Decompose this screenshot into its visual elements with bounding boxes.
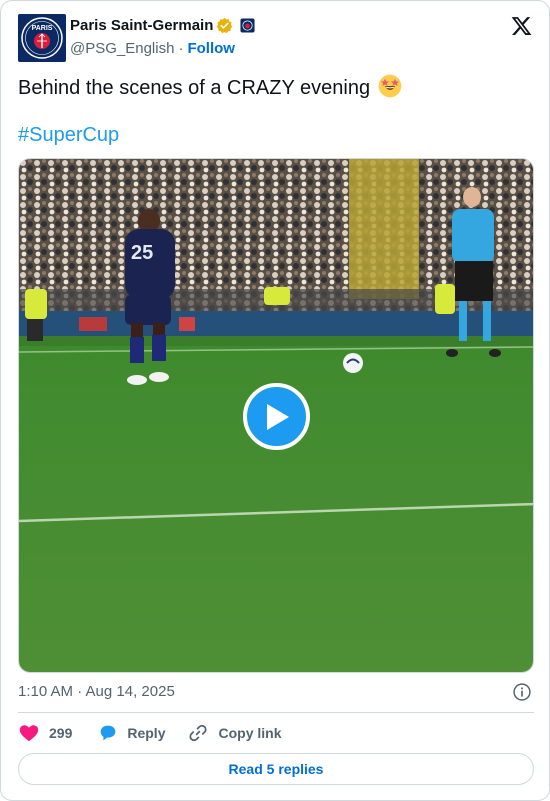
tweet-text: Behind the scenes of a CRAZY evening — [18, 74, 402, 101]
reply-bubble-icon — [101, 725, 116, 741]
author-handle-row: @PSG_English · Follow — [70, 40, 235, 57]
tweet-card: PARIS Paris Saint-Germain @PSG_English ·… — [0, 0, 550, 801]
svg-text:25: 25 — [131, 242, 153, 264]
video-player[interactable]: 25 — [18, 158, 534, 673]
copy-link-label: Copy link — [218, 725, 282, 741]
info-icon[interactable] — [512, 682, 532, 702]
copy-link-button[interactable]: Copy link — [187, 722, 282, 744]
x-logo-icon[interactable] — [510, 15, 533, 37]
action-bar: 299 Reply Copy link — [18, 721, 282, 745]
hashtag-link[interactable]: #SuperCup — [18, 122, 119, 148]
separator-dot: · — [178, 40, 184, 57]
read-replies-button[interactable]: Read 5 replies — [18, 753, 534, 785]
divider — [18, 712, 534, 713]
reply-label: Reply — [127, 725, 166, 741]
heart-icon — [19, 725, 39, 742]
follow-button[interactable]: Follow — [187, 40, 235, 57]
author-display-name[interactable]: Paris Saint-Germain — [70, 17, 213, 34]
avatar[interactable]: PARIS — [18, 14, 66, 62]
author-name-row: Paris Saint-Germain — [70, 17, 255, 34]
affiliate-badge-icon — [240, 18, 255, 33]
star-struck-emoji-icon — [378, 74, 401, 98]
like-button[interactable]: 299 — [18, 722, 72, 744]
verified-badge-icon — [217, 17, 233, 34]
play-button[interactable] — [243, 383, 310, 450]
link-icon — [189, 724, 208, 742]
svg-text:PARIS: PARIS — [32, 25, 53, 32]
tweet-text-body: Behind the scenes of a CRAZY evening — [18, 77, 371, 99]
author-handle[interactable]: @PSG_English — [70, 40, 174, 57]
play-icon — [266, 403, 289, 430]
like-count: 299 — [49, 725, 73, 741]
psg-logo-icon: PARIS — [21, 17, 63, 59]
tweet-timestamp[interactable]: 1:10 AM · Aug 14, 2025 — [18, 683, 175, 700]
reply-button[interactable]: Reply — [97, 722, 165, 744]
